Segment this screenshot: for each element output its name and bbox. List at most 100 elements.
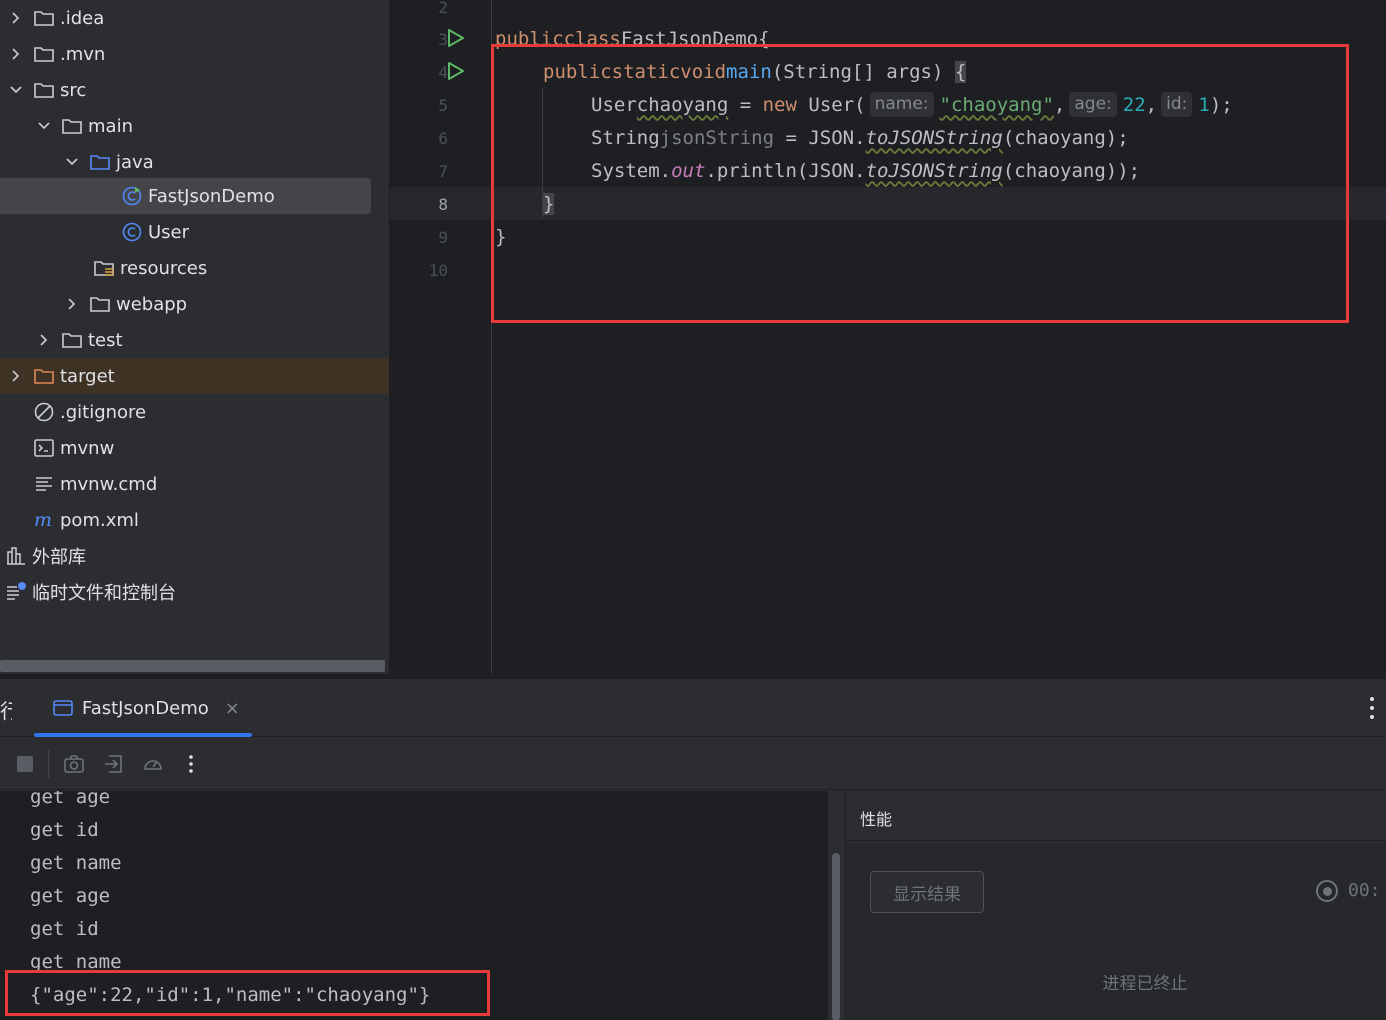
number-literal: 22 — [1122, 93, 1146, 116]
tree-item-main[interactable]: main — [0, 108, 389, 144]
number-literal: 1 — [1198, 93, 1210, 116]
gutter-separator — [491, 0, 492, 674]
tree-item-target[interactable]: target — [0, 358, 389, 394]
constructor: User( — [796, 93, 866, 116]
param-hint: name: — [869, 92, 934, 117]
chevron-right-icon[interactable] — [8, 10, 24, 26]
maven-icon: m — [32, 508, 56, 532]
console-line: get id — [30, 819, 99, 841]
tree-item-label: test — [88, 329, 123, 351]
punctuation: ); — [1209, 93, 1233, 116]
tree-item-external-libraries[interactable]: 外部库 — [0, 538, 389, 574]
ignored-file-icon — [32, 400, 56, 424]
tree-item-resources[interactable]: resources — [0, 250, 389, 286]
folder-icon — [32, 78, 56, 102]
tree-item-idea[interactable]: .idea — [0, 0, 389, 36]
tree-item-label: 临时文件和控制台 — [32, 583, 176, 604]
tree-item-mvnw-cmd[interactable]: mvnw.cmd — [0, 466, 389, 502]
tree-item-test[interactable]: test — [0, 322, 389, 358]
run-tab-fastjsondemo[interactable]: FastJsonDemo × — [34, 679, 252, 737]
folder-icon — [60, 328, 84, 352]
profiler-button[interactable] — [139, 750, 167, 778]
tree-item-label: .mvn — [60, 43, 106, 65]
folder-icon — [32, 6, 56, 30]
keyword: public — [495, 27, 564, 50]
run-icon[interactable] — [446, 28, 466, 48]
line-number: 6 — [438, 129, 448, 148]
tree-item-label: java — [116, 151, 154, 173]
tree-item-gitignore[interactable]: .gitignore — [0, 394, 389, 430]
line-number: 3 — [438, 30, 448, 49]
param-hint: age: — [1069, 92, 1117, 117]
exit-button[interactable] — [100, 750, 128, 778]
run-icon[interactable] — [446, 61, 466, 81]
chevron-right-icon[interactable] — [8, 368, 24, 384]
java-class-icon — [120, 220, 144, 244]
tree-item-webapp[interactable]: webapp — [0, 286, 389, 322]
performance-body: 显示结果 00: 进程已终止 — [846, 842, 1386, 1020]
svg-text:m: m — [34, 509, 52, 531]
console-line: get name — [30, 951, 122, 973]
tree-item-mvn[interactable]: .mvn — [0, 36, 389, 72]
close-icon[interactable]: × — [225, 698, 240, 719]
active-tab-indicator — [34, 733, 252, 737]
run-tab-label: FastJsonDemo — [82, 697, 209, 719]
tree-item-java[interactable]: java — [0, 144, 389, 180]
tree-item-pom-xml[interactable]: m pom.xml — [0, 502, 389, 538]
tree-item-label: pom.xml — [60, 509, 139, 531]
screenshot-button[interactable] — [60, 750, 88, 778]
line-number: 9 — [438, 228, 448, 247]
source-folder-icon — [88, 150, 112, 174]
tree-item-label: .gitignore — [60, 401, 147, 423]
chevron-down-icon[interactable] — [36, 118, 52, 134]
keyword: void — [680, 60, 727, 83]
method-name: main — [726, 60, 772, 83]
arguments: (chaoyang); — [1002, 126, 1129, 149]
code-editor[interactable]: 2 3 4 5 6 7 8 9 10 public class FastJson… — [390, 0, 1386, 674]
console-line: get age — [30, 791, 111, 808]
tree-horizontal-scrollbar[interactable] — [0, 660, 385, 672]
tree-item-label: mvnw.cmd — [60, 473, 158, 495]
scrollbar-thumb[interactable] — [832, 853, 840, 1020]
console-line: get name — [30, 852, 122, 874]
elapsed-time: 00: — [1348, 880, 1381, 901]
console-line: get id — [30, 918, 99, 940]
tree-item-fastjsondemo[interactable]: FastJsonDemo — [0, 178, 371, 214]
line-number: 10 — [428, 261, 448, 280]
line-number: 5 — [438, 96, 448, 115]
more-options-icon[interactable] — [1364, 693, 1380, 723]
code-line-6: String jsonString = JSON. toJSONString (ch… — [495, 121, 1129, 154]
chevron-right-icon[interactable] — [64, 296, 80, 312]
tree-item-label: target — [60, 365, 115, 387]
console-output[interactable]: get age get id get name get age get id g… — [0, 791, 828, 1020]
console-line-json-output: {"age":22,"id":1,"name":"chaoyang"} — [30, 984, 431, 1006]
record-icon[interactable] — [1316, 880, 1338, 902]
code-line-4: public static void main (String[] args) { — [495, 55, 967, 88]
tree-item-label: resources — [120, 257, 208, 279]
tree-item-scratches[interactable]: 临时文件和控制台 — [0, 574, 389, 610]
chevron-down-icon[interactable] — [64, 154, 80, 170]
line-number: 2 — [438, 0, 448, 17]
comma: , — [1053, 93, 1066, 116]
identifier: System. — [591, 159, 672, 182]
toolbar-more-icon[interactable] — [177, 750, 205, 778]
keyword: new — [762, 93, 797, 116]
run-toolbar — [0, 738, 1386, 790]
static-method: toJSONString — [865, 159, 1003, 182]
line-number-current: 8 — [438, 195, 448, 214]
tree-item-label: User — [148, 221, 190, 243]
console-scrollbar[interactable] — [829, 791, 843, 1020]
scratches-icon — [4, 580, 28, 604]
tree-item-user[interactable]: User — [0, 214, 389, 250]
chevron-right-icon[interactable] — [8, 46, 24, 62]
stop-button[interactable] — [11, 750, 39, 778]
tree-item-src[interactable]: src — [0, 72, 389, 108]
show-results-button[interactable]: 显示结果 — [870, 871, 984, 913]
chevron-down-icon[interactable] — [8, 82, 24, 98]
performance-header: 性能 — [846, 791, 1386, 841]
brace: { — [758, 27, 770, 50]
brace-highlight: { — [954, 60, 967, 83]
tree-item-mvnw[interactable]: mvnw — [0, 430, 389, 466]
resources-folder-icon — [92, 256, 116, 280]
chevron-right-icon[interactable] — [36, 332, 52, 348]
